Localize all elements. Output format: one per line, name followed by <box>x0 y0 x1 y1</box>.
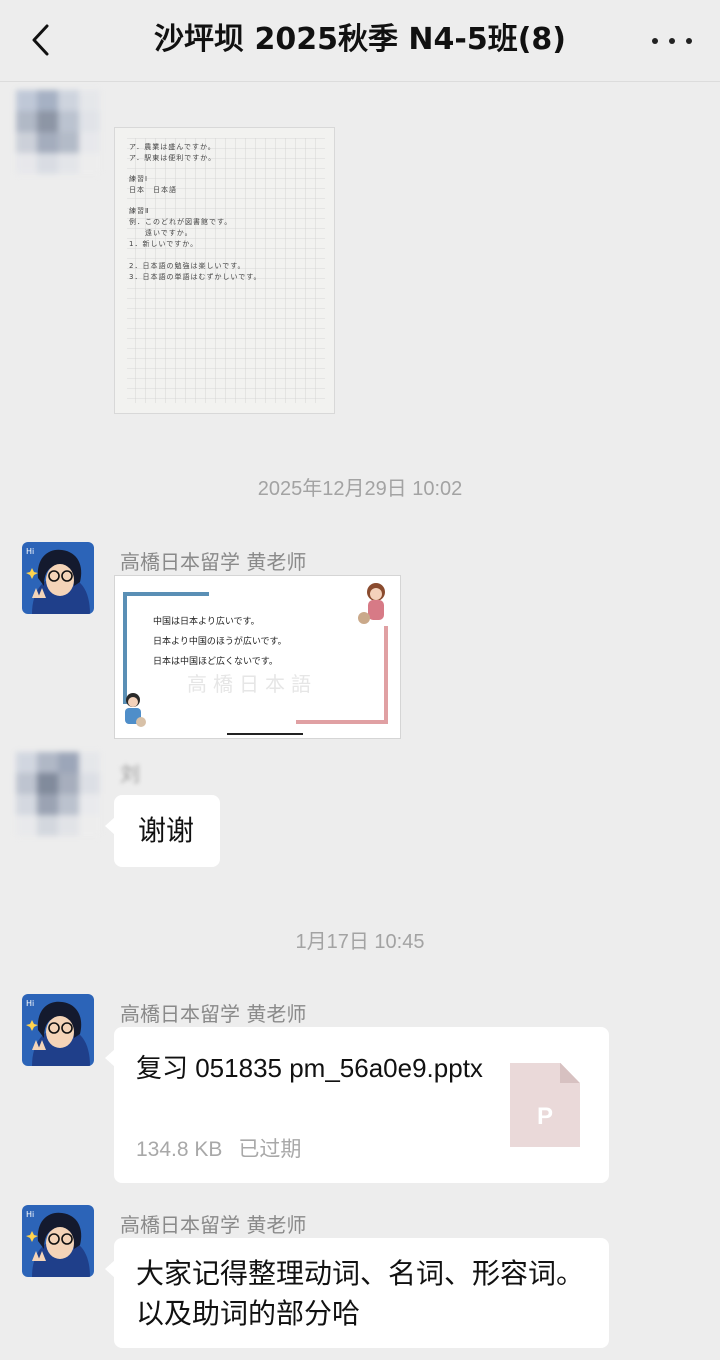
more-dots-icon <box>652 38 658 44</box>
svg-text:Hi: Hi <box>26 547 34 556</box>
svg-text:Hi: Hi <box>26 1210 34 1219</box>
file-icon-letter: P <box>536 1103 553 1130</box>
sender-name: 刘 <box>120 762 140 786</box>
slide-frame-bottom <box>296 720 388 724</box>
handwritten-line: 例．このどれが図書館です。 <box>129 218 233 226</box>
slide-sentence: 日本より中国のほうが広いです。 <box>153 637 287 647</box>
progress-line <box>227 733 303 735</box>
slide-frame-top <box>123 592 209 596</box>
timestamp: 2025年12月29日 10:02 <box>257 478 463 500</box>
handwritten-line: 3．日本語の単語はむずかしいです。 <box>129 273 262 281</box>
slide-image[interactable]: 高橋日本語 中国は日本より広いです。 日本より中国のほうが広いです。 日本は中国… <box>114 575 401 739</box>
handwritten-line: 遠いですか。 <box>129 229 193 237</box>
sender-name: 高橋日本留学 黄老师 <box>120 1002 307 1026</box>
file-size: 134.8 KB <box>136 1138 223 1161</box>
message-text: 谢谢 <box>138 814 195 847</box>
avatar-teacher[interactable]: Hi <box>22 1205 94 1277</box>
handwritten-line: ア．農業は盛んですか。 <box>129 143 216 151</box>
avatar-blurred[interactable] <box>16 90 100 174</box>
handwritten-line: 日本 日本語 <box>129 186 177 194</box>
avatar-teacher[interactable]: Hi <box>22 994 94 1066</box>
teacher-avatar-icon: Hi <box>22 1205 94 1277</box>
homework-image[interactable]: ア．農業は盛んですか。 ア．駅東は便利ですか。 練習Ⅰ 日本 日本語 練習Ⅱ 例… <box>114 127 335 414</box>
sender-name: 高橋日本留学 黄老师 <box>120 550 307 574</box>
back-button[interactable] <box>22 22 58 58</box>
message-bubble[interactable]: 大家记得整理动词、名词、形容词。以及助词的部分哈 <box>105 1238 609 1348</box>
top-bar: 沙坪坝 2025秋季 N4-5班(8) <box>0 0 720 82</box>
slide-watermark: 高橋日本語 <box>187 672 317 696</box>
slide-frame-left <box>123 592 127 704</box>
slide-frame-right <box>384 626 388 724</box>
handwritten-line: 練習Ⅰ <box>129 175 149 183</box>
file-name: 复习 051835 pm_56a0e9.pptx <box>136 1053 483 1083</box>
more-button[interactable] <box>652 26 692 56</box>
pptx-file-icon: P <box>510 1063 580 1147</box>
timestamp: 1月17日 10:45 <box>295 931 425 953</box>
handwritten-line: 1．新しいですか。 <box>129 240 199 248</box>
message-bubble[interactable]: 谢谢 <box>105 795 220 867</box>
handwritten-line: 2．日本語の勉強は楽しいです。 <box>129 262 246 270</box>
grid-paper <box>127 138 325 403</box>
svg-text:Hi: Hi <box>26 999 34 1008</box>
chat-title: 沙坪坝 2025秋季 N4-5班(8) <box>154 22 566 57</box>
boy-illustration <box>125 693 146 727</box>
chevron-left-icon <box>32 24 49 56</box>
handwritten-line: 練習Ⅱ <box>129 207 150 215</box>
slide-sentence: 日本は中国ほど広くないです。 <box>153 657 278 667</box>
slide-sentence: 中国は日本より広いです。 <box>153 617 260 627</box>
file-status: 已过期 <box>238 1138 302 1161</box>
teacher-avatar-icon: Hi <box>22 994 94 1066</box>
handwritten-line: ア．駅東は便利ですか。 <box>129 154 217 162</box>
file-message[interactable]: 复习 051835 pm_56a0e9.pptx 134.8 KB 已过期 P <box>105 1027 609 1183</box>
girl-illustration <box>358 583 385 624</box>
avatar-blurred[interactable] <box>16 752 100 836</box>
sender-name: 高橋日本留学 黄老师 <box>120 1213 307 1237</box>
avatar-teacher[interactable]: Hi <box>22 542 94 614</box>
file-meta: 134.8 KB 已过期 <box>136 1133 301 1163</box>
message-text: 大家记得整理动词、名词、形容词。以及助词的部分哈 <box>136 1257 585 1330</box>
teacher-avatar-icon: Hi <box>22 542 94 614</box>
